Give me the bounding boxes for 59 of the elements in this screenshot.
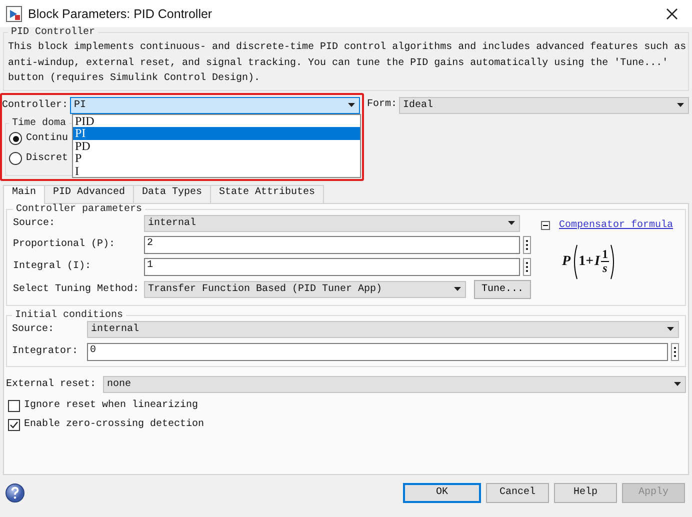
tab[interactable]: State Attributes (210, 184, 324, 202)
bracket-icon (572, 244, 578, 280)
field-label: Integral (I): (13, 261, 92, 272)
field-label: Source: (12, 324, 56, 334)
input-field[interactable]: 1 (144, 258, 520, 276)
more-icon[interactable] (671, 342, 679, 360)
group-title: PID Controller (10, 27, 96, 38)
group-title: Initial conditions (14, 310, 124, 320)
dropdown-option[interactable]: PD (73, 140, 360, 152)
field-label: Form: (367, 98, 398, 110)
dropdown-option[interactable]: PI (73, 127, 360, 140)
window-title: Block Parameters: PID Controller (28, 6, 214, 20)
radio-button[interactable] (9, 132, 22, 145)
field-label: Proportional (P): (13, 239, 116, 250)
field-label: Source: (13, 218, 56, 228)
tune-button[interactable]: Tune... (474, 280, 531, 298)
dropdown-option[interactable]: PID (73, 114, 360, 127)
bracket-icon (610, 244, 616, 280)
checkbox-label: Enable zero-crossing detection (24, 419, 204, 430)
collapse-icon[interactable] (541, 220, 550, 230)
group-title: Time doma (11, 118, 68, 128)
input-field[interactable]: 0 (87, 342, 668, 360)
input-field[interactable]: 2 (144, 236, 520, 254)
caret-icon (348, 103, 356, 107)
group-title: Controller parameters (15, 204, 144, 214)
source-select[interactable]: internal (87, 320, 679, 338)
dialog-button[interactable]: Cancel (486, 482, 549, 502)
dialog-button[interactable]: OK (403, 482, 481, 502)
controller-select[interactable]: PI (70, 96, 360, 114)
source-select[interactable]: internal (144, 214, 520, 232)
caret-icon (674, 382, 681, 386)
tuning-method-select[interactable]: Transfer Function Based (PID Tuner App) (144, 280, 466, 298)
radio-button[interactable] (9, 152, 22, 165)
close-icon[interactable] (666, 8, 678, 20)
checkbox[interactable] (8, 418, 20, 430)
tab[interactable]: Main (3, 184, 46, 204)
field-label: Select Tuning Method: (13, 284, 140, 294)
more-icon[interactable] (523, 236, 531, 254)
radio-label: Discret (26, 153, 68, 164)
block-icon (6, 6, 22, 22)
more-icon[interactable] (523, 258, 531, 276)
caret-icon (454, 287, 461, 291)
checkbox-label: Ignore reset when linearizing (24, 400, 198, 411)
caret-icon (508, 221, 515, 225)
caret-icon (677, 103, 684, 107)
dropdown-option[interactable]: P (73, 152, 360, 164)
form-select[interactable]: Ideal (399, 96, 689, 114)
field-label: Controller: (2, 100, 68, 110)
dropdown-option[interactable]: I (73, 164, 360, 177)
block-description: This block implements continuous- and discrete-time PID control algorithms and includes advanced features such as anti-windup, external reset, and signal tracking. You can tune the PID gains automatically using the 'Tune...' button (requires Simulink Control Design). (8, 40, 688, 86)
caret-icon (667, 327, 674, 331)
field-label: Integrator: (12, 346, 80, 357)
dialog-button[interactable]: Help (554, 482, 617, 502)
checkbox[interactable] (8, 400, 20, 412)
external-reset-select[interactable]: none (103, 376, 686, 392)
field-label: External reset: (6, 378, 98, 390)
help-icon[interactable] (5, 482, 25, 502)
radio-label: Continu (26, 133, 68, 144)
compensator-formula-link[interactable]: Compensator formula (559, 220, 674, 230)
